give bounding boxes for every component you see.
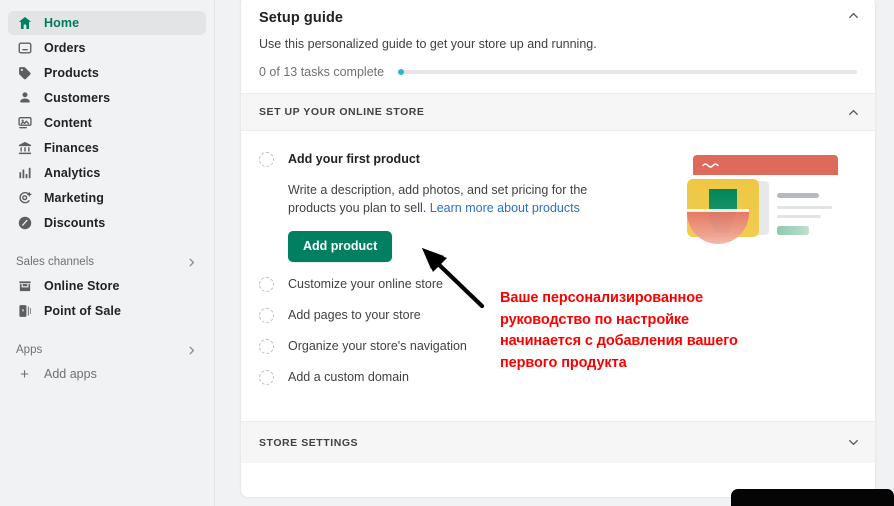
task-item-add-pages[interactable]: Add pages to your store [241, 300, 875, 331]
task-body: Customize your online store [288, 276, 857, 293]
task-body: Add a custom domain [288, 369, 857, 386]
task-item-add-first-product[interactable]: Add your first product Write a descripti… [241, 144, 875, 269]
analytics-bar-chart-icon [16, 165, 33, 182]
section-title: SET UP YOUR ONLINE STORE [259, 106, 425, 118]
plus-icon: + [20, 365, 29, 383]
sidebar-item-products[interactable]: Products [8, 61, 206, 85]
sidebar-item-discounts[interactable]: Discounts [8, 211, 206, 235]
sidebar-item-label: Analytics [44, 166, 101, 180]
learn-more-link[interactable]: Learn more about products [430, 201, 580, 215]
task-title: Add pages to your store [288, 308, 421, 322]
sidebar-item-label: Finances [44, 141, 99, 155]
task-description: Write a description, add photos, and set… [288, 181, 606, 217]
point-of-sale-icon [16, 303, 33, 320]
card-bottom-filler [241, 463, 875, 481]
chevron-down-icon[interactable] [846, 435, 861, 450]
chevron-right-icon[interactable] [185, 344, 198, 357]
task-item-organize-navigation[interactable]: Organize your store's navigation [241, 331, 875, 362]
sidebar-item-label: Marketing [44, 191, 104, 205]
task-checkbox[interactable] [259, 152, 274, 167]
sidebar-item-online-store[interactable]: Online Store [8, 274, 206, 298]
sidebar-section-label: Apps [16, 344, 43, 356]
sidebar-item-customers[interactable]: Customers [8, 86, 206, 110]
sidebar-item-label: Point of Sale [44, 304, 122, 318]
sidebar-item-marketing[interactable]: Marketing [8, 186, 206, 210]
task-item-customize-online-store[interactable]: Customize your online store [241, 269, 875, 300]
sidebar-item-point-of-sale[interactable]: Point of Sale [8, 299, 206, 323]
task-checkbox[interactable] [259, 339, 274, 354]
sidebar-item-label: Customers [44, 91, 111, 105]
chevron-up-icon[interactable] [846, 105, 861, 120]
chevron-right-icon[interactable] [185, 256, 198, 269]
task-body: Organize your store's navigation [288, 338, 857, 355]
task-title: Organize your store's navigation [288, 339, 467, 353]
sidebar-item-add-apps[interactable]: + Add apps [8, 362, 206, 386]
section-header-store-settings[interactable]: STORE SETTINGS [241, 421, 875, 463]
add-product-button[interactable]: Add product [288, 231, 393, 262]
sidebar-item-label: Home [44, 16, 80, 30]
sidebar-item-analytics[interactable]: Analytics [8, 161, 206, 185]
setup-guide-header: Setup guide Use this personalized guide … [241, 0, 875, 93]
progress-bar [398, 69, 857, 75]
sidebar-item-finances[interactable]: Finances [8, 136, 206, 160]
collapse-setup-guide-chevron-up-icon[interactable] [846, 8, 861, 23]
task-title: Customize your online store [288, 277, 443, 291]
task-list: Add your first product Write a descripti… [241, 131, 875, 421]
chat-widget-bar[interactable] [731, 489, 894, 506]
progress-label: 0 of 13 tasks complete [259, 65, 385, 79]
page-title: Setup guide [259, 10, 344, 26]
task-title: Add a custom domain [288, 370, 409, 384]
content-media-icon [16, 115, 33, 132]
sidebar-item-label: Content [44, 116, 92, 130]
sidebar: Home Orders Products Customers Content F… [0, 0, 215, 506]
sidebar-item-label: Add apps [44, 367, 97, 381]
orders-icon [16, 40, 33, 57]
home-icon [16, 15, 33, 32]
sidebar-section-apps[interactable]: Apps [8, 339, 206, 361]
sidebar-section-sales-channels[interactable]: Sales channels [8, 251, 206, 273]
task-title: Add your first product [288, 152, 420, 166]
task-checkbox[interactable] [259, 370, 274, 385]
setup-guide-subtitle: Use this personalized guide to get your … [259, 37, 597, 51]
section-header-online-store[interactable]: SET UP YOUR ONLINE STORE [241, 93, 875, 131]
marketing-target-icon [16, 190, 33, 207]
main-content: Setup guide Use this personalized guide … [215, 0, 894, 506]
sidebar-item-orders[interactable]: Orders [8, 36, 206, 60]
sidebar-item-label: Discounts [44, 216, 106, 230]
sidebar-item-home[interactable]: Home [8, 11, 206, 35]
sidebar-item-label: Online Store [44, 279, 120, 293]
section-title: STORE SETTINGS [259, 436, 359, 449]
task-item-add-custom-domain[interactable]: Add a custom domain [241, 362, 875, 393]
task-body: Add pages to your store [288, 307, 857, 324]
progress-row: 0 of 13 tasks complete [259, 65, 857, 79]
sidebar-section-label: Sales channels [16, 256, 94, 268]
store-icon [16, 278, 33, 295]
task-checkbox[interactable] [259, 277, 274, 292]
finances-bank-icon [16, 140, 33, 157]
sidebar-item-content[interactable]: Content [8, 111, 206, 135]
shopify-admin-screen: Home Orders Products Customers Content F… [0, 0, 894, 506]
customers-person-icon [16, 90, 33, 107]
task-checkbox[interactable] [259, 308, 274, 323]
sidebar-item-label: Products [44, 66, 99, 80]
progress-indicator-dot [398, 69, 405, 75]
task-body: Add your first product Write a descripti… [288, 151, 857, 262]
setup-guide-card: Setup guide Use this personalized guide … [240, 0, 876, 498]
sidebar-item-label: Orders [44, 41, 86, 55]
products-tag-icon [16, 65, 33, 82]
discounts-percent-icon [16, 215, 33, 232]
